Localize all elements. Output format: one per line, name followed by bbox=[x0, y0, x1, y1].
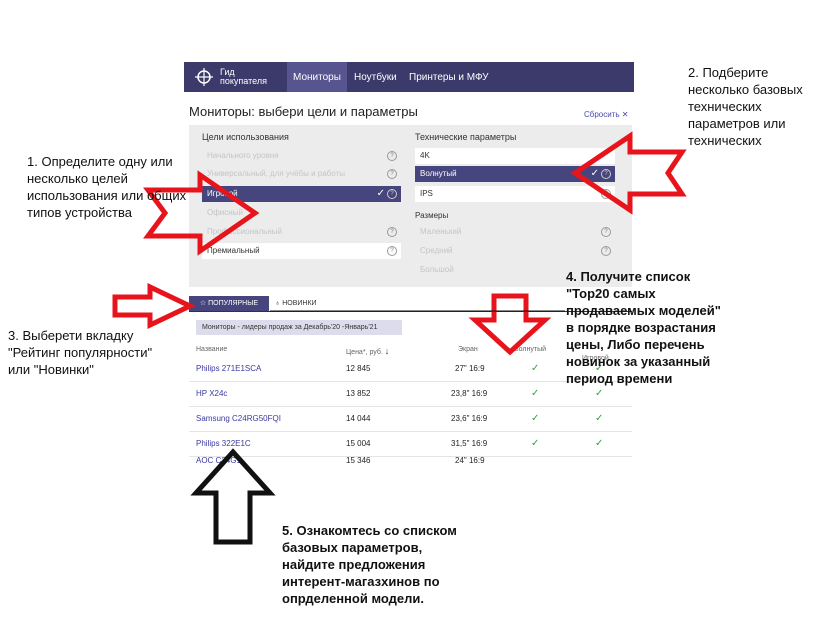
black-arrow-up-icon bbox=[190, 448, 276, 545]
annotation-step1: 1. Определите одну или несколько целей и… bbox=[27, 154, 187, 220]
red-arrow-left-icon bbox=[570, 131, 687, 215]
red-arrow-down-icon bbox=[468, 293, 552, 356]
annotation-step5: 5. Ознакомтесь со списком базовых параме… bbox=[282, 523, 457, 606]
annotation-step4: 4. Получите список "Top20 самых продавае… bbox=[566, 269, 721, 386]
red-arrow-right-icon bbox=[112, 283, 196, 329]
annotation-step2: 2. Подберите несколько базовых техническ… bbox=[688, 65, 803, 148]
annotation-step3: 3. Выберети вкладку "Рейтинг популярност… bbox=[8, 328, 153, 377]
